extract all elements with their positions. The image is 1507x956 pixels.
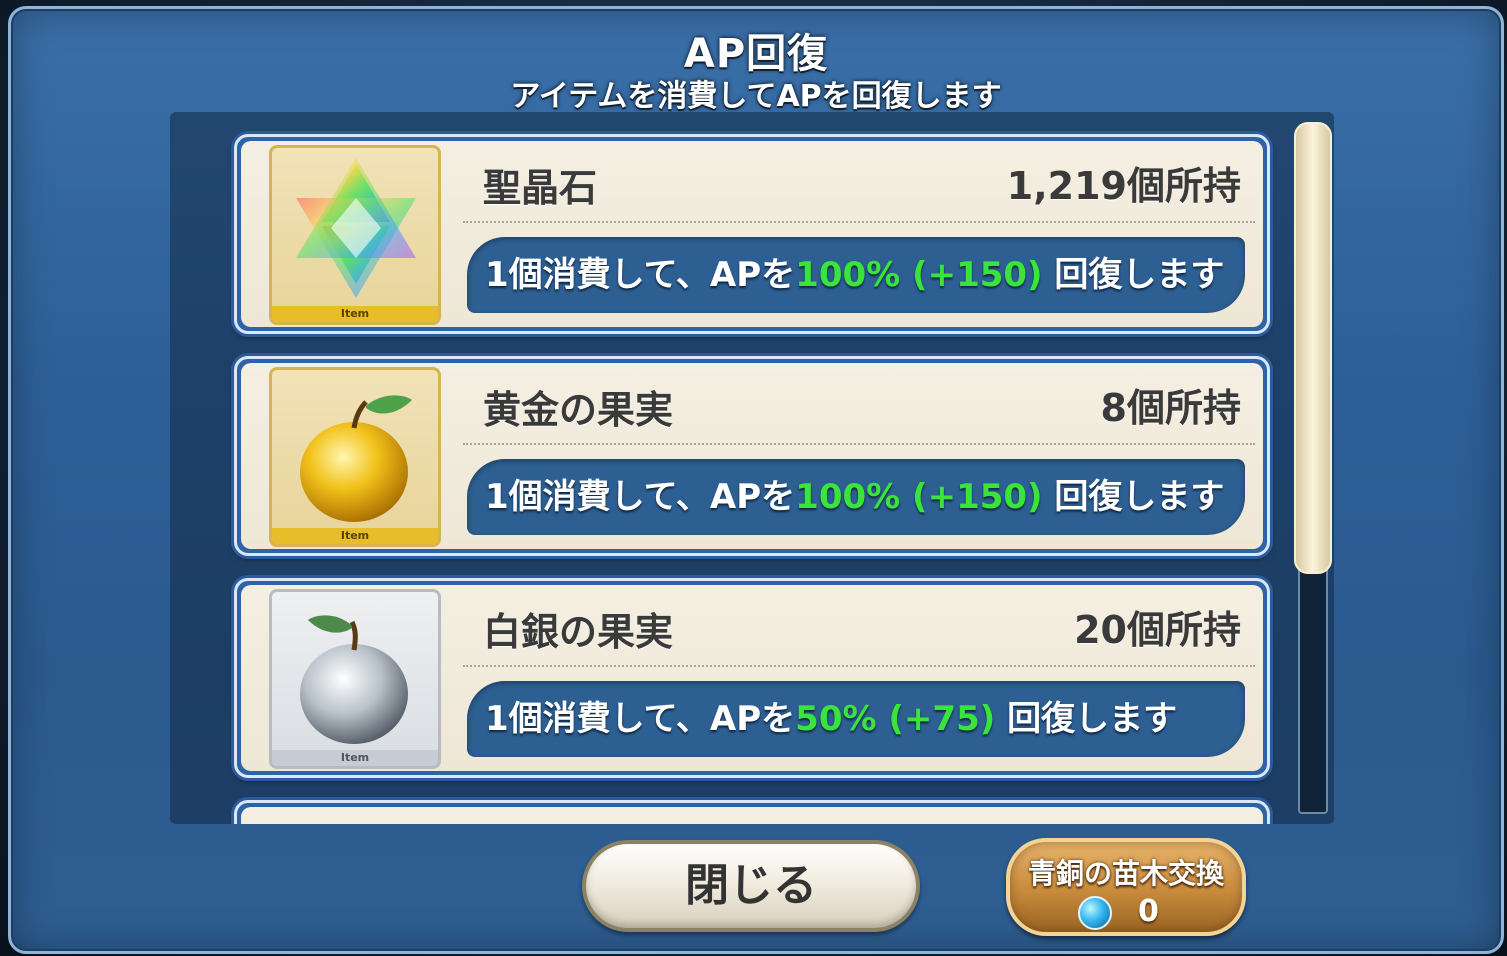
list-item-saint-quartz[interactable]: Item 聖晶石 1,219個所持 1個消費して、APを100% (+150) … xyxy=(234,134,1270,334)
golden-apple-icon: Item xyxy=(269,367,441,547)
star-crystal-icon xyxy=(296,158,416,298)
effect-prefix: 1個消費して、APを xyxy=(485,255,796,295)
card-body: Item 黄金の果実 8個所持 1個消費して、APを100% (+150) 回復… xyxy=(241,363,1263,549)
effect-suffix: 回復します xyxy=(995,699,1178,739)
divider xyxy=(463,221,1255,223)
item-tag: Item xyxy=(272,528,438,544)
list-item-partial[interactable] xyxy=(234,800,1270,824)
effect-value: 100% (+150) xyxy=(795,255,1043,295)
divider xyxy=(463,665,1255,667)
card-body: Item 白銀の果実 20個所持 1個消費して、APを50% (+75) 回復し… xyxy=(241,585,1263,771)
item-effect: 1個消費して、APを100% (+150) 回復します xyxy=(467,459,1245,535)
effect-value: 100% (+150) xyxy=(795,477,1043,517)
close-button[interactable]: 閉じる xyxy=(582,840,920,932)
item-name: 白銀の果実 xyxy=(483,610,674,654)
bronze-sapling-exchange-button[interactable]: 青銅の苗木交換 0 xyxy=(1006,838,1246,936)
item-count: 20個所持 xyxy=(1074,608,1241,652)
card-body xyxy=(241,807,1263,824)
card-body: Item 聖晶石 1,219個所持 1個消費して、APを100% (+150) … xyxy=(241,141,1263,327)
dialog-subtitle: アイテムを消費してAPを回復します xyxy=(510,79,1002,114)
exchange-count: 0 xyxy=(1138,894,1159,929)
apple-icon xyxy=(300,395,412,522)
silver-apple-icon: Item xyxy=(269,589,441,769)
item-list[interactable]: Item 聖晶石 1,219個所持 1個消費して、APを100% (+150) … xyxy=(170,112,1334,824)
item-count: 8個所持 xyxy=(1100,386,1241,430)
item-tag: Item xyxy=(272,750,438,766)
list-item-silver-apple[interactable]: Item 白銀の果実 20個所持 1個消費して、APを50% (+75) 回復し… xyxy=(234,578,1270,778)
effect-suffix: 回復します xyxy=(1042,477,1225,517)
item-effect: 1個消費して、APを100% (+150) 回復します xyxy=(467,237,1245,313)
item-tag: Item xyxy=(272,306,438,322)
gem-icon xyxy=(1078,896,1112,930)
item-count: 1,219個所持 xyxy=(1006,164,1241,208)
list-item-golden-apple[interactable]: Item 黄金の果実 8個所持 1個消費して、APを100% (+150) 回復… xyxy=(234,356,1270,556)
effect-value: 50% (+75) xyxy=(795,699,996,739)
exchange-label: 青銅の苗木交換 xyxy=(1027,857,1224,890)
effect-suffix: 回復します xyxy=(1042,255,1225,295)
divider xyxy=(463,443,1255,445)
scrollbar-thumb[interactable] xyxy=(1294,122,1332,574)
effect-prefix: 1個消費して、APを xyxy=(485,477,796,517)
effect-prefix: 1個消費して、APを xyxy=(485,699,796,739)
saint-quartz-icon: Item xyxy=(269,145,441,325)
apple-icon xyxy=(300,615,408,744)
item-effect: 1個消費して、APを50% (+75) 回復します xyxy=(467,681,1245,757)
item-name: 黄金の果実 xyxy=(483,388,674,432)
item-name: 聖晶石 xyxy=(483,166,598,210)
